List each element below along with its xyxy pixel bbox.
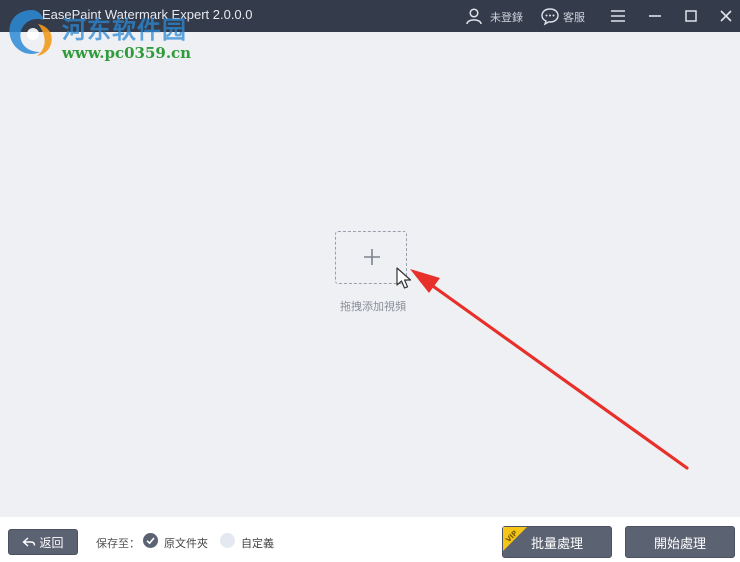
save-to-label: 保存至：: [96, 537, 140, 550]
back-button[interactable]: 返回: [8, 529, 78, 555]
hamburger-icon[interactable]: [608, 6, 628, 26]
check-icon: [146, 537, 155, 545]
login-label[interactable]: 未登錄: [490, 9, 523, 25]
vip-badge: VIP: [503, 527, 527, 551]
back-label: 返回: [39, 535, 64, 550]
batch-process-label: 批量處理: [530, 536, 583, 552]
watermark-url: www.pc0359.cn: [62, 44, 192, 62]
minimize-icon[interactable]: [645, 6, 665, 26]
watermark-logo-icon: [9, 10, 52, 56]
back-arrow-icon: [22, 537, 36, 547]
close-icon[interactable]: [716, 6, 736, 26]
chat-icon[interactable]: [540, 6, 560, 26]
custom-folder-radio[interactable]: [220, 533, 235, 548]
batch-process-button[interactable]: VIP 批量處理: [502, 526, 612, 558]
site-watermark: 河东软件园 www.pc0359.cn: [4, 4, 214, 66]
original-folder-label[interactable]: 原文件夾: [164, 535, 208, 551]
maximize-icon[interactable]: [681, 6, 701, 26]
custom-folder-label[interactable]: 自定義: [241, 535, 274, 551]
watermark-site-name: 河东软件园: [62, 15, 187, 44]
annotation-arrow: [410, 269, 689, 470]
start-process-label: 開始處理: [653, 536, 706, 552]
user-icon[interactable]: [464, 6, 484, 26]
service-label[interactable]: 客服: [563, 9, 585, 25]
start-process-button[interactable]: 開始處理: [625, 526, 735, 558]
original-folder-radio[interactable]: [143, 533, 158, 548]
bottom-bar: 返回 保存至： 原文件夾 自定義 VIP 批量處理 開始處理: [0, 517, 740, 562]
